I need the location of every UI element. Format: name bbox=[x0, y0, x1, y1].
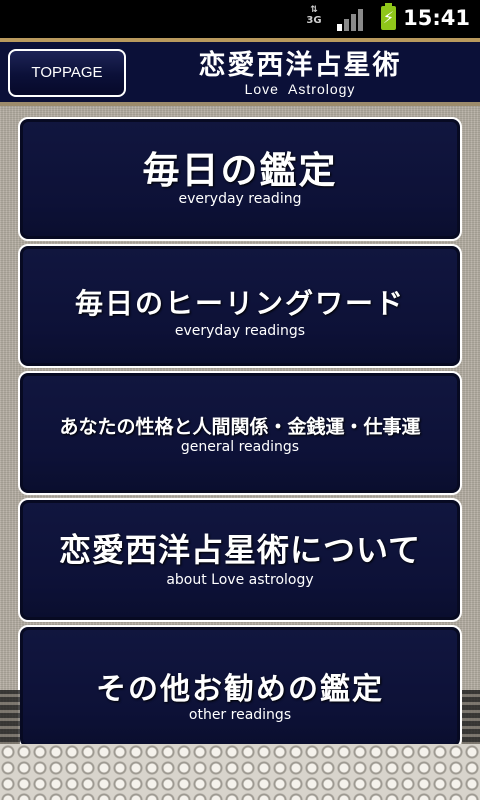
app-subtitle: Love Astrology bbox=[244, 81, 356, 97]
app-title: 恋愛西洋占星術 bbox=[198, 50, 402, 81]
menu-item-subtitle: everyday readings bbox=[174, 323, 306, 339]
menu-daily-reading-button[interactable]: 毎日の鑑定 everyday reading bbox=[18, 117, 462, 241]
battery-charging-icon: ⚡ bbox=[381, 3, 396, 30]
app-header: TOPPAGE 恋愛西洋占星術 Love Astrology bbox=[0, 38, 480, 106]
menu-item-subtitle: general readings bbox=[180, 439, 300, 455]
menu-item-subtitle: about Love astrology bbox=[166, 572, 314, 588]
network-type: 3G bbox=[306, 15, 322, 26]
lace-decoration-right bbox=[462, 690, 480, 750]
network-indicator: ⇅ 3G bbox=[303, 6, 325, 32]
menu-other-readings-button[interactable]: その他お勧めの鑑定 other readings bbox=[18, 625, 462, 749]
menu-item-title: 毎日のヒーリングワード bbox=[74, 287, 405, 320]
menu-item-subtitle: everyday reading bbox=[178, 191, 302, 207]
status-bar: ⇅ 3G ⚡ 15:41 bbox=[0, 0, 480, 38]
menu-item-title: 毎日の鑑定 bbox=[142, 148, 338, 192]
toppage-button[interactable]: TOPPAGE bbox=[8, 49, 126, 97]
menu-item-title: あなたの性格と人間関係・金銭運・仕事運 bbox=[59, 416, 421, 438]
lace-decoration-left bbox=[0, 690, 20, 750]
menu-personality-button[interactable]: あなたの性格と人間関係・金銭運・仕事運 general readings bbox=[18, 371, 462, 495]
menu-item-title: 恋愛西洋占星術について bbox=[58, 531, 422, 569]
menu-about-button[interactable]: 恋愛西洋占星術について about Love astrology bbox=[18, 498, 462, 622]
menu-item-subtitle: other readings bbox=[188, 707, 292, 723]
lace-border-decoration bbox=[0, 744, 480, 800]
signal-strength-icon bbox=[337, 9, 365, 31]
clock: 15:41 bbox=[403, 6, 470, 30]
menu-healing-word-button[interactable]: 毎日のヒーリングワード everyday readings bbox=[18, 244, 462, 368]
menu-item-title: その他お勧めの鑑定 bbox=[96, 672, 384, 707]
data-arrows-icon: ⇅ bbox=[310, 5, 318, 15]
